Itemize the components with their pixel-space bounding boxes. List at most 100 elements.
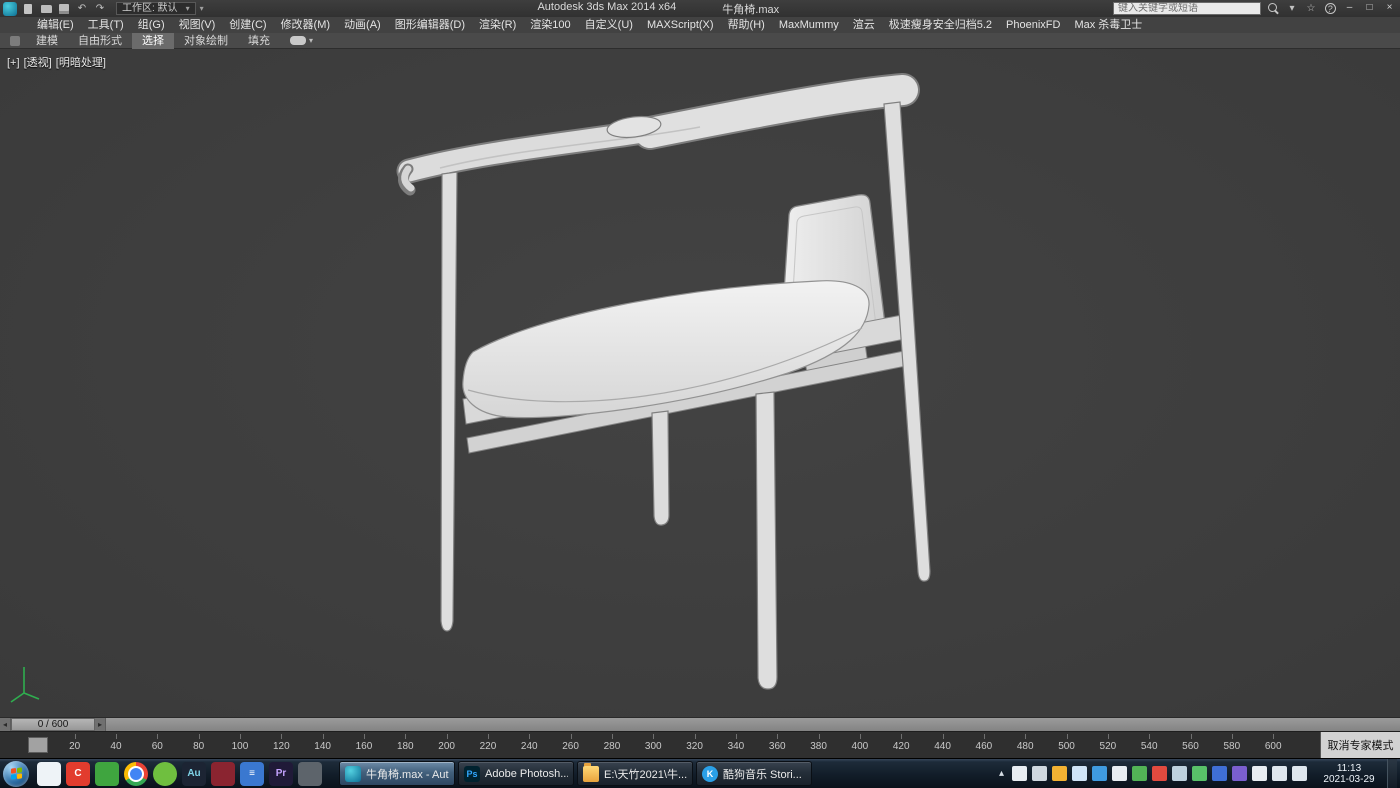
timeline-tick[interactable]: 480 bbox=[1005, 732, 1046, 758]
time-slider-track[interactable] bbox=[106, 718, 1400, 731]
timeline-tick[interactable]: 200 bbox=[426, 732, 467, 758]
menu-item[interactable]: 自定义(U) bbox=[578, 17, 640, 33]
workspace-selector[interactable]: 工作区: 默认 ▾ bbox=[116, 2, 196, 15]
ribbon-tab[interactable]: 选择 bbox=[132, 32, 174, 49]
taskbar-clock[interactable]: 11:13 2021-03-29 bbox=[1317, 763, 1381, 785]
kugou-window-button[interactable]: K 酷狗音乐 Stori... bbox=[696, 761, 812, 786]
timeline-tick[interactable]: 600 bbox=[1253, 732, 1294, 758]
timeline-tick[interactable]: 300 bbox=[633, 732, 674, 758]
ribbon-tab[interactable]: 自由形式 bbox=[68, 33, 132, 49]
timeline-tick[interactable]: 140 bbox=[302, 732, 343, 758]
search-icon[interactable] bbox=[1266, 2, 1280, 15]
qq-tray-icon[interactable] bbox=[1072, 766, 1087, 781]
help-icon[interactable]: ? bbox=[1323, 2, 1337, 15]
timeline-tick[interactable]: 240 bbox=[509, 732, 550, 758]
timeline-tick[interactable]: 560 bbox=[1170, 732, 1211, 758]
timeline-tick[interactable]: 260 bbox=[550, 732, 591, 758]
viewport-shading-menu[interactable]: [明暗处理] bbox=[56, 57, 106, 69]
save-file-icon[interactable] bbox=[57, 2, 71, 15]
timeline-tick[interactable]: 380 bbox=[798, 732, 839, 758]
menu-item[interactable]: 工具(T) bbox=[81, 17, 131, 33]
green-browser-icon[interactable] bbox=[153, 761, 177, 786]
weather-tray-icon[interactable] bbox=[1052, 766, 1067, 781]
timeline-tick[interactable]: 120 bbox=[261, 732, 302, 758]
ribbon-tab[interactable]: 对象绘制 bbox=[174, 33, 238, 49]
timeline-tick[interactable]: 500 bbox=[1046, 732, 1087, 758]
menu-item[interactable]: 编辑(E) bbox=[30, 17, 81, 33]
timeline-tick[interactable]: 400 bbox=[839, 732, 880, 758]
menu-item[interactable]: 视图(V) bbox=[172, 17, 223, 33]
cloud-tray-icon[interactable] bbox=[1172, 766, 1187, 781]
ribbon-tab[interactable]: 填充 bbox=[238, 33, 280, 49]
timeline-tick[interactable]: 580 bbox=[1211, 732, 1252, 758]
blue-grid-app-icon[interactable]: ≡ bbox=[240, 761, 264, 786]
messenger-icon[interactable] bbox=[37, 761, 61, 786]
chrome-icon[interactable] bbox=[124, 761, 148, 786]
timeline-tick[interactable]: 280 bbox=[591, 732, 632, 758]
tray-expand-icon[interactable]: ▴ bbox=[996, 766, 1007, 781]
menu-item[interactable]: 图形编辑器(D) bbox=[388, 17, 472, 33]
perspective-viewport[interactable]: [+] [透视] [明暗处理] bbox=[0, 49, 1400, 717]
volume-tray-icon[interactable] bbox=[1272, 766, 1287, 781]
ribbon-grip-icon[interactable] bbox=[10, 35, 20, 46]
timeline-tick[interactable]: 60 bbox=[137, 732, 178, 758]
green-cad-app-icon[interactable] bbox=[95, 761, 119, 786]
menu-item[interactable]: 渲云 bbox=[846, 17, 882, 33]
timeline-tick[interactable]: 220 bbox=[467, 732, 508, 758]
timeline-tick[interactable]: 20 bbox=[54, 732, 95, 758]
menu-item[interactable]: PhoenixFD bbox=[999, 17, 1067, 33]
menu-item[interactable]: 渲染(R) bbox=[472, 17, 523, 33]
timeline-tick[interactable]: 360 bbox=[757, 732, 798, 758]
menu-item[interactable]: 极速瘦身安全归档5.2 bbox=[882, 17, 999, 33]
start-button[interactable] bbox=[3, 760, 29, 787]
timeline-tick[interactable]: 180 bbox=[385, 732, 426, 758]
cancel-expert-mode-button[interactable]: 取消专家模式 bbox=[1320, 732, 1400, 758]
netdisk-tray-icon[interactable] bbox=[1092, 766, 1107, 781]
timeline-tick[interactable]: 460 bbox=[963, 732, 1004, 758]
timeline-tick[interactable]: 420 bbox=[881, 732, 922, 758]
menu-item[interactable]: 修改器(M) bbox=[274, 17, 338, 33]
timeline-tick[interactable]: 340 bbox=[715, 732, 756, 758]
max-window-button[interactable]: 牛角椅.max - Aut... bbox=[339, 761, 455, 786]
palette-app-icon[interactable] bbox=[298, 761, 322, 786]
timeline-ruler[interactable]: 20 40 60 80 100 120 140 160 180 200 220 240 260 280 30… bbox=[54, 732, 1294, 758]
previous-frame-button[interactable]: ◂ bbox=[0, 718, 11, 731]
ribbon-tab[interactable]: 建模 bbox=[26, 33, 68, 49]
wps-tray-icon[interactable] bbox=[1112, 766, 1127, 781]
new-scene-icon[interactable] bbox=[21, 2, 35, 15]
ribbon-options-icon[interactable]: ▾ bbox=[290, 36, 313, 45]
menu-item[interactable]: 动画(A) bbox=[337, 17, 388, 33]
infocenter-search-input[interactable] bbox=[1113, 2, 1261, 15]
graphics-tray-icon[interactable] bbox=[1232, 766, 1247, 781]
frame-position-marker[interactable] bbox=[28, 737, 48, 753]
minimize-button[interactable]: – bbox=[1342, 2, 1357, 15]
pdf-tray-icon[interactable] bbox=[1152, 766, 1167, 781]
explorer-window-button[interactable]: E:\天竹2021\牛... bbox=[577, 761, 693, 786]
timeline-tick[interactable]: 160 bbox=[343, 732, 384, 758]
security-tray-icon[interactable] bbox=[1132, 766, 1147, 781]
timeline-tick[interactable]: 440 bbox=[922, 732, 963, 758]
red-c-app-icon[interactable]: C bbox=[66, 761, 90, 786]
viewport-pov-menu[interactable]: [透视] bbox=[24, 57, 52, 69]
menu-item[interactable]: 帮助(H) bbox=[721, 17, 772, 33]
dark-red-app-icon[interactable] bbox=[211, 761, 235, 786]
redo-icon[interactable]: ↷ bbox=[93, 2, 107, 15]
timeline-tick[interactable]: 40 bbox=[95, 732, 136, 758]
music-tray-icon[interactable] bbox=[1212, 766, 1227, 781]
network-tray-icon[interactable] bbox=[1292, 766, 1307, 781]
viewport-general-menu[interactable]: [+] bbox=[7, 57, 20, 69]
application-menu-icon[interactable] bbox=[3, 1, 17, 16]
show-desktop-button[interactable] bbox=[1387, 759, 1397, 788]
timeline-tick[interactable]: 80 bbox=[178, 732, 219, 758]
menu-item[interactable]: MAXScript(X) bbox=[640, 17, 721, 33]
audition-icon[interactable]: Au bbox=[182, 761, 206, 786]
chair-3d-model[interactable] bbox=[0, 49, 1400, 717]
menu-item[interactable]: 渲染100 bbox=[523, 17, 577, 33]
sign-in-icon[interactable]: ▾ bbox=[1285, 2, 1299, 15]
wechat-tray-icon[interactable] bbox=[1192, 766, 1207, 781]
next-frame-button[interactable]: ▸ bbox=[95, 718, 106, 731]
timeline-tick[interactable]: 540 bbox=[1129, 732, 1170, 758]
favorites-star-icon[interactable]: ☆ bbox=[1304, 2, 1318, 15]
premiere-icon[interactable]: Pr bbox=[269, 761, 293, 786]
menu-item[interactable]: MaxMummy bbox=[772, 17, 846, 33]
